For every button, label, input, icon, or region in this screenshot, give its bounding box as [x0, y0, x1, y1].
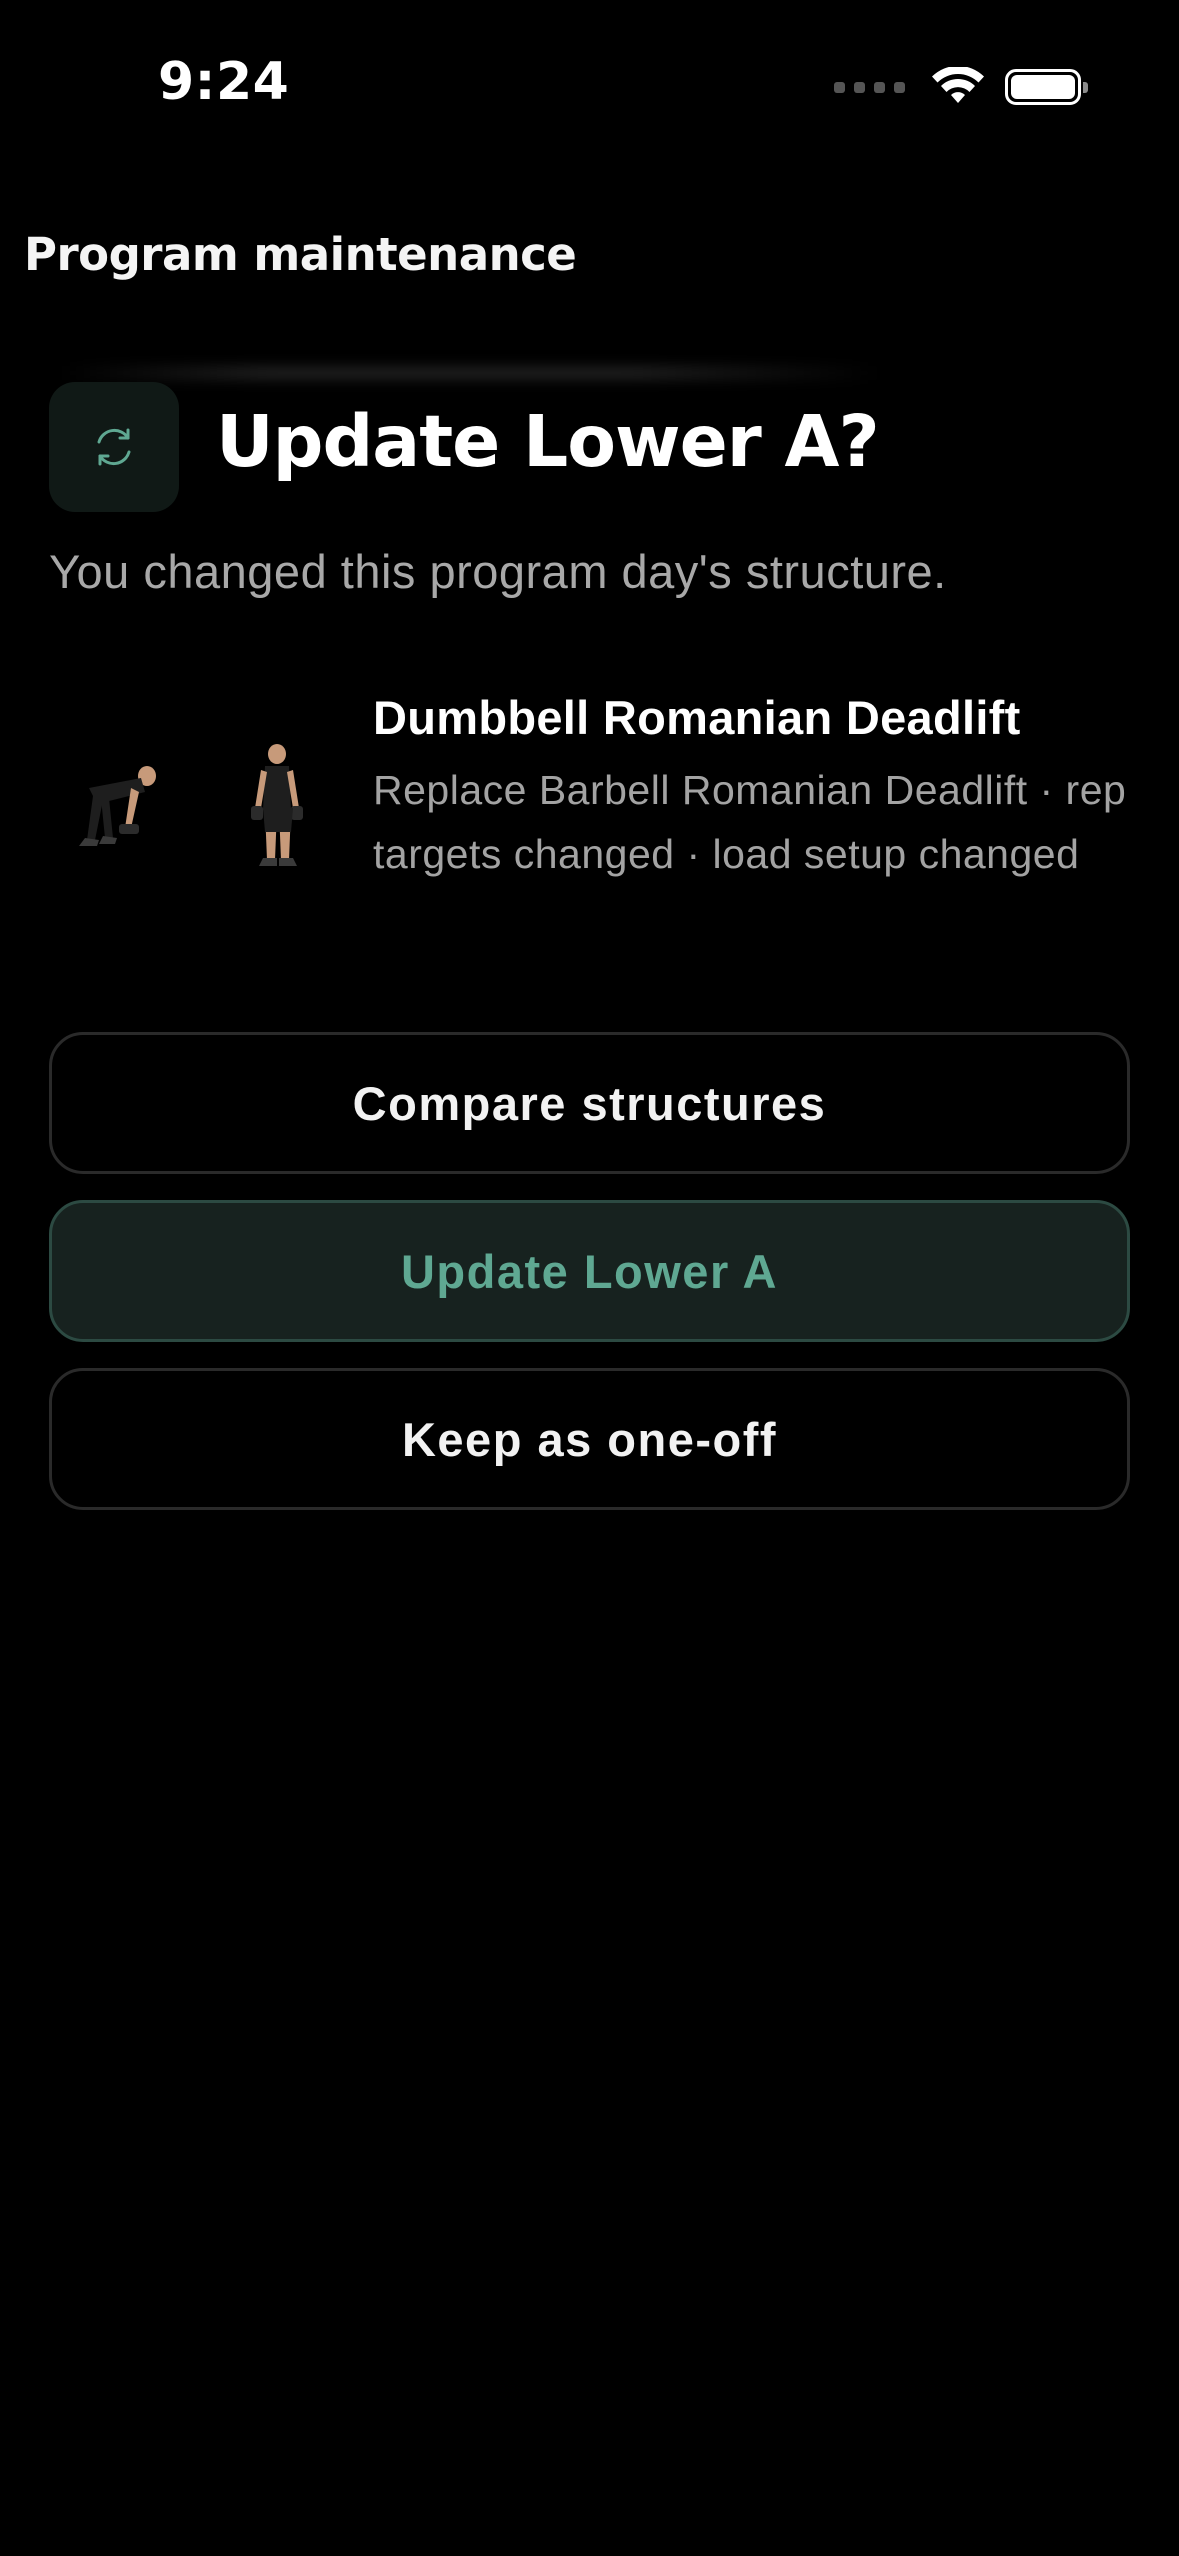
deadlift-bottom-figure — [79, 766, 156, 846]
dialog-subtitle: You changed this program day's structure… — [49, 545, 947, 598]
sync-icon — [97, 428, 131, 466]
update-program-day-button[interactable]: Update Lower A — [49, 1200, 1130, 1342]
deadlift-top-figure — [251, 744, 303, 866]
sync-icon-container — [49, 382, 179, 512]
exercise-name: Dumbbell Romanian Deadlift — [373, 691, 1021, 744]
keep-as-one-off-button[interactable]: Keep as one-off — [49, 1368, 1130, 1510]
battery-icon — [1005, 69, 1088, 105]
exercise-change-summary: Replace Barbell Romanian Deadlift · rep … — [373, 767, 1127, 877]
dialog-title: Update Lower A? — [216, 400, 880, 483]
header-divider — [60, 366, 880, 380]
page-title: Program maintenance — [24, 228, 577, 281]
cellular-signal-icon — [834, 81, 905, 93]
compare-structures-button[interactable]: Compare structures — [49, 1032, 1130, 1174]
status-bar: 9:24 — [0, 0, 1179, 150]
wifi-icon — [932, 67, 984, 103]
status-icons — [834, 62, 1088, 112]
exercise-thumbnail — [79, 744, 303, 866]
status-time: 9:24 — [158, 52, 290, 112]
